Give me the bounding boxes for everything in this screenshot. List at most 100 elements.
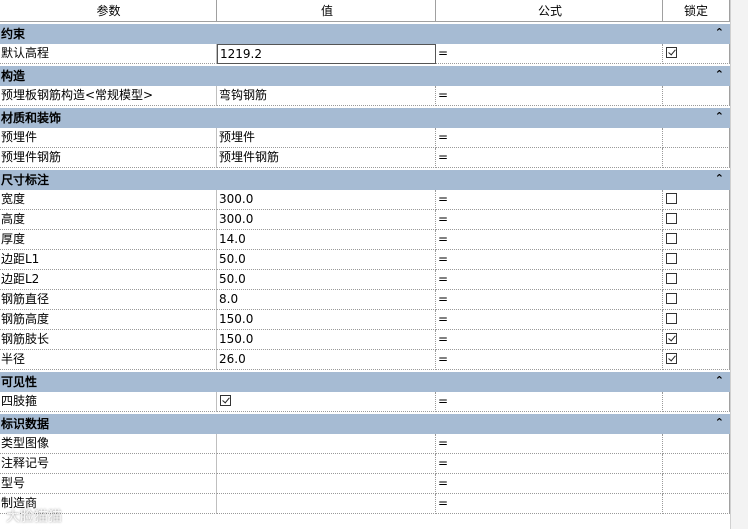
param-lock-cell[interactable]: [663, 148, 730, 168]
param-formula-cell[interactable]: =: [436, 310, 663, 330]
lock-checkbox[interactable]: [666, 233, 677, 244]
param-lock-cell[interactable]: [663, 474, 730, 494]
group-header[interactable]: 尺寸标注 ⌃: [0, 168, 748, 190]
param-formula-cell[interactable]: =: [436, 44, 663, 64]
param-formula-cell[interactable]: =: [436, 86, 663, 106]
param-lock-cell[interactable]: [663, 210, 730, 230]
lock-checkbox[interactable]: [666, 293, 677, 304]
param-lock-cell[interactable]: [663, 128, 730, 148]
param-value-cell[interactable]: 300.0: [217, 190, 436, 210]
group-header[interactable]: 材质和装饰 ⌃: [0, 106, 748, 128]
param-value-cell[interactable]: [217, 392, 436, 412]
table-body: 约束 ⌃ 默认高程 1219.2 = 构造 ⌃ 预埋板钢筋构造<常规模型> 弯钩钢筋 = 材质和装饰…: [0, 22, 748, 514]
group-header[interactable]: 构造 ⌃: [0, 64, 748, 86]
lock-checkbox[interactable]: [666, 313, 677, 324]
param-value-cell[interactable]: 预埋件: [217, 128, 436, 148]
param-name: 注释记号: [0, 454, 217, 474]
lock-checkbox[interactable]: [666, 213, 677, 224]
param-lock-cell[interactable]: [663, 494, 730, 514]
param-formula-cell[interactable]: =: [436, 230, 663, 250]
param-formula-cell[interactable]: =: [436, 270, 663, 290]
param-lock-cell[interactable]: [663, 250, 730, 270]
group-title: 构造: [1, 69, 26, 83]
table-header: 参数 值 公式 锁定: [0, 0, 748, 22]
header-formula[interactable]: 公式: [436, 0, 663, 21]
param-value-cell[interactable]: 1219.2: [217, 44, 436, 64]
lock-checkbox[interactable]: [666, 253, 677, 264]
group-header[interactable]: 标识数据 ⌃: [0, 412, 748, 434]
param-lock-cell[interactable]: [663, 270, 730, 290]
param-formula-cell[interactable]: =: [436, 474, 663, 494]
param-formula-cell[interactable]: =: [436, 210, 663, 230]
param-lock-cell[interactable]: [663, 330, 730, 350]
lock-checkbox[interactable]: [666, 353, 677, 364]
lock-checkbox[interactable]: [666, 47, 677, 58]
param-name: 边距L2: [0, 270, 217, 290]
param-formula-cell[interactable]: =: [436, 290, 663, 310]
param-row: 高度 300.0 =: [0, 210, 748, 230]
param-value-cell[interactable]: 300.0: [217, 210, 436, 230]
collapse-icon[interactable]: ⌃: [715, 24, 724, 42]
param-row: 厚度 14.0 =: [0, 230, 748, 250]
lock-checkbox[interactable]: [666, 193, 677, 204]
collapse-icon[interactable]: ⌃: [715, 414, 724, 432]
param-name: 预埋板钢筋构造<常规模型>: [0, 86, 217, 106]
group-title: 材质和装饰: [1, 111, 62, 125]
param-row: 半径 26.0 =: [0, 350, 748, 370]
header-value[interactable]: 值: [217, 0, 436, 21]
param-lock-cell[interactable]: [663, 434, 730, 454]
header-lock[interactable]: 锁定: [663, 0, 730, 21]
param-formula-cell[interactable]: =: [436, 350, 663, 370]
param-lock-cell[interactable]: [663, 230, 730, 250]
param-name: 类型图像: [0, 434, 217, 454]
lock-checkbox[interactable]: [666, 273, 677, 284]
param-value-cell[interactable]: 26.0: [217, 350, 436, 370]
param-formula-cell[interactable]: =: [436, 454, 663, 474]
param-formula-cell[interactable]: =: [436, 148, 663, 168]
collapse-icon[interactable]: ⌃: [715, 66, 724, 84]
param-value-cell[interactable]: [217, 494, 436, 514]
param-value-cell[interactable]: 150.0: [217, 310, 436, 330]
param-lock-cell[interactable]: [663, 392, 730, 412]
param-formula-cell[interactable]: =: [436, 128, 663, 148]
param-name: 钢筋肢长: [0, 330, 217, 350]
collapse-icon[interactable]: ⌃: [715, 170, 724, 188]
param-value-cell[interactable]: [217, 454, 436, 474]
param-formula-cell[interactable]: =: [436, 190, 663, 210]
group-header[interactable]: 约束 ⌃: [0, 22, 748, 44]
param-formula-cell[interactable]: =: [436, 494, 663, 514]
param-value-cell[interactable]: 50.0: [217, 270, 436, 290]
param-value-cell[interactable]: 8.0: [217, 290, 436, 310]
value-checkbox[interactable]: [220, 395, 231, 406]
param-row: 预埋件钢筋 预埋件钢筋 =: [0, 148, 748, 168]
param-lock-cell[interactable]: [663, 190, 730, 210]
param-lock-cell[interactable]: [663, 310, 730, 330]
param-formula-cell[interactable]: =: [436, 250, 663, 270]
param-value-cell[interactable]: 150.0: [217, 330, 436, 350]
collapse-icon[interactable]: ⌃: [715, 108, 724, 126]
param-lock-cell[interactable]: [663, 454, 730, 474]
group-title: 可见性: [1, 375, 38, 389]
group-header[interactable]: 可见性 ⌃: [0, 370, 748, 392]
param-name: 四肢箍: [0, 392, 217, 412]
param-lock-cell[interactable]: [663, 44, 730, 64]
param-value-cell[interactable]: 弯钩钢筋: [217, 86, 436, 106]
param-name: 高度: [0, 210, 217, 230]
param-formula-cell[interactable]: =: [436, 330, 663, 350]
param-lock-cell[interactable]: [663, 350, 730, 370]
side-panel: [730, 0, 748, 529]
param-formula-cell[interactable]: =: [436, 392, 663, 412]
param-lock-cell[interactable]: [663, 290, 730, 310]
param-value-cell[interactable]: 14.0: [217, 230, 436, 250]
lock-checkbox[interactable]: [666, 333, 677, 344]
param-value-cell[interactable]: [217, 434, 436, 454]
param-value-cell[interactable]: [217, 474, 436, 494]
header-param[interactable]: 参数: [0, 0, 217, 21]
param-value-cell[interactable]: 50.0: [217, 250, 436, 270]
param-lock-cell[interactable]: [663, 86, 730, 106]
param-row: 钢筋直径 8.0 =: [0, 290, 748, 310]
param-value-cell[interactable]: 预埋件钢筋: [217, 148, 436, 168]
param-formula-cell[interactable]: =: [436, 434, 663, 454]
param-name: 钢筋直径: [0, 290, 217, 310]
collapse-icon[interactable]: ⌃: [715, 372, 724, 390]
